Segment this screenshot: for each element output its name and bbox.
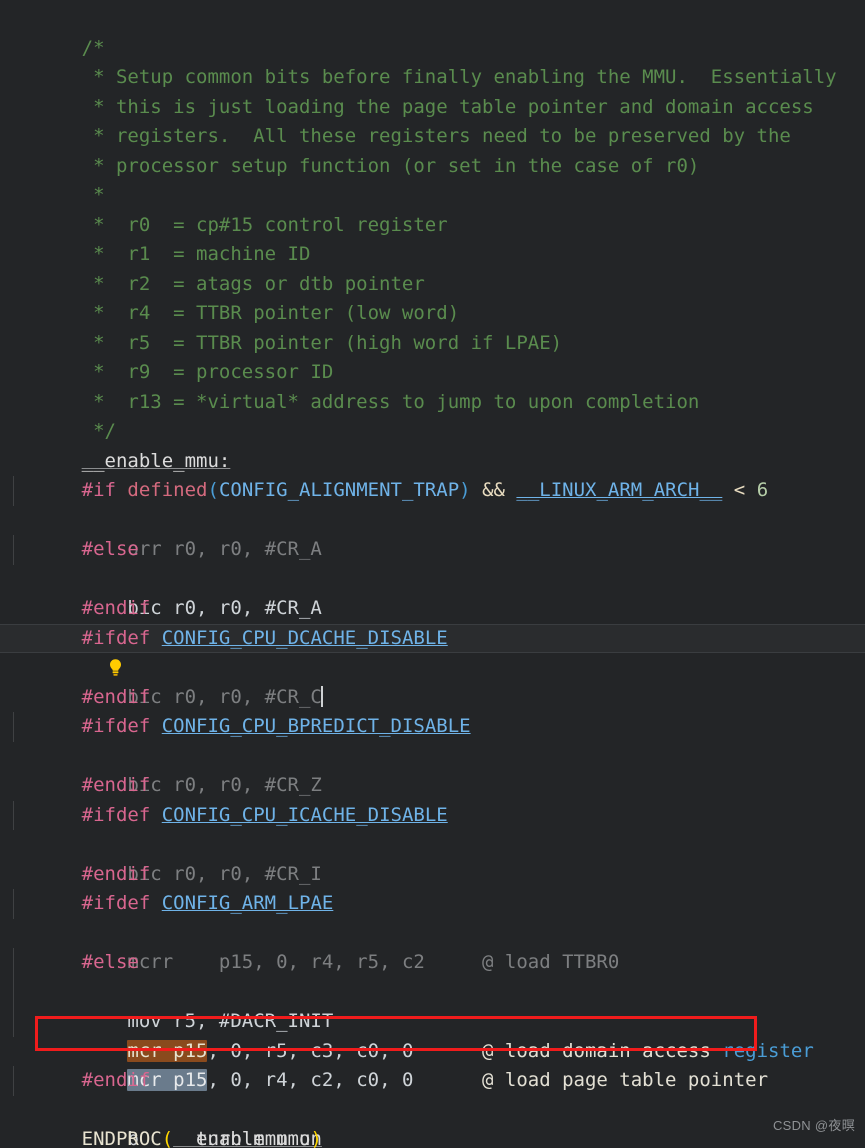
macro-endproc: ENDPROC — [81, 1128, 162, 1148]
code-editor[interactable]: /* * Setup common bits before finally en… — [0, 0, 865, 1148]
indent-guide — [13, 800, 14, 830]
code-line[interactable]: ENDPROC(__enable_mmu) — [0, 1096, 865, 1148]
asm-label-enable-mmu: __enable_mmu: — [81, 449, 231, 472]
asm-comment-ttbr0: @ load TTBR0 — [482, 951, 620, 973]
code-content[interactable]: /* * Setup common bits before finally en… — [0, 4, 865, 1148]
preprocessor-endif: #endif — [81, 1069, 151, 1091]
comment-text: * r0 = cp#15 control register — [81, 213, 448, 236]
instruction-mov-dacr-init: mov r5, #DACR_INIT — [127, 1010, 334, 1032]
match-highlight-mcr-p15: mcr p15 — [127, 1039, 208, 1062]
open-paren: ( — [207, 479, 219, 501]
indent-guide — [13, 476, 14, 506]
comment-text: * r13 = *virtual* address to jump to upo… — [81, 390, 700, 413]
asm-comment-domain-access: @ load domain access — [482, 1039, 723, 1062]
code-line[interactable]: #endif — [0, 830, 865, 885]
comment-open: /* — [81, 36, 105, 59]
macro-linux-arm-arch: __LINUX_ARM_ARCH__ — [516, 479, 723, 501]
defined-keyword: defined — [127, 479, 208, 501]
code-line[interactable]: #else — [0, 919, 865, 973]
macro-config-cpu-dcache-disable: CONFIG_CPU_DCACHE_DISABLE — [161, 626, 448, 649]
macro-config-arm-lpae: CONFIG_ARM_LPAE — [161, 892, 334, 914]
macro-config-alignment-trap: CONFIG_ALIGNMENT_TRAP — [218, 479, 460, 501]
code-line[interactable]: mcr p15, 0, r5, c3, c0, 0 @ load domain … — [0, 977, 865, 1062]
code-line[interactable]: #endif — [0, 653, 865, 708]
less-than-operator: < — [733, 479, 746, 501]
lightbulb-icon[interactable] — [14, 629, 121, 676]
instruction-mcrr: mcrr p15, 0, r4, r5, c2 @ load TTBR0 — [127, 951, 620, 973]
indent-guide — [13, 889, 14, 919]
comment-close: */ — [81, 420, 116, 442]
comment-text: * r4 = TTBR pointer (low word) — [81, 302, 460, 324]
macro-config-cpu-icache-disable: CONFIG_CPU_ICACHE_DISABLE — [161, 803, 448, 826]
asm-comment-page-table-pointer: @ load page table pointer — [482, 1069, 769, 1091]
open-paren: ( — [161, 1128, 174, 1148]
preprocessor-ifdef: #ifdef — [81, 803, 151, 826]
code-line[interactable]: * r0 = cp#15 control register — [0, 181, 865, 236]
code-line[interactable]: #endif — [0, 742, 865, 796]
keyword-register: register — [722, 1039, 814, 1062]
indent-guide — [13, 948, 14, 978]
comment-text: * r9 = processor ID — [81, 361, 334, 383]
comment-text: * processor setup function (or set in th… — [81, 154, 700, 177]
macro-config-cpu-bpredict-disable: CONFIG_CPU_BPREDICT_DISABLE — [161, 715, 471, 737]
code-line[interactable]: * Setup common bits before finally enabl… — [0, 34, 865, 88]
comment-text: * this is just loading the page table po… — [81, 95, 814, 118]
preprocessor-endif: #endif — [81, 862, 151, 885]
code-line[interactable]: #endif — [0, 565, 865, 619]
close-paren: ) — [459, 479, 471, 501]
instruction-mcr-page-table-pointer: mcr p15, 0, r4, c2, c0, 0 @ load page ta… — [127, 1069, 769, 1091]
comment-text: * registers. All these registers need to… — [81, 125, 791, 147]
and-operator: && — [482, 479, 505, 501]
indent-guide — [13, 1066, 14, 1096]
preprocessor-endif: #endif — [81, 774, 151, 796]
comment-text: * Setup common bits before finally enabl… — [81, 66, 837, 88]
preprocessor-endif: #endif — [81, 685, 151, 708]
instruction-mcr-domain-access: mcr p15, 0, r5, c3, c0, 0 @ load domain … — [127, 1039, 814, 1062]
comment-text: * r5 = TTBR pointer (high word if LPAE) — [81, 331, 563, 354]
preprocessor-if: #if — [81, 479, 116, 501]
indent-guide — [13, 1007, 14, 1037]
number-six: 6 — [756, 479, 769, 501]
preprocessor-ifdef: #ifdef — [81, 626, 151, 649]
close-paren: ) — [310, 1128, 322, 1148]
preprocessor-ifdef: #ifdef — [81, 892, 151, 914]
code-line[interactable]: #else — [0, 506, 865, 560]
preprocessor-ifdef: #ifdef — [81, 715, 151, 737]
preprocessor-else: #else — [81, 538, 139, 560]
preprocessor-else: #else — [81, 951, 139, 973]
indent-guide — [13, 712, 14, 742]
code-line[interactable]: /* — [0, 4, 865, 59]
comment-text: * — [81, 184, 105, 206]
watermark-text: CSDN @夜暝 — [772, 1117, 855, 1133]
code-line[interactable]: __enable_mmu: — [0, 417, 865, 472]
indent-guide — [13, 535, 14, 565]
comment-text: * r2 = atags or dtb pointer — [81, 272, 425, 295]
comment-text: * r1 = machine ID — [81, 243, 311, 265]
endproc-argument: __enable_mmu — [173, 1128, 311, 1148]
indent-guide — [13, 977, 14, 1007]
preprocessor-endif: #endif — [81, 597, 151, 619]
